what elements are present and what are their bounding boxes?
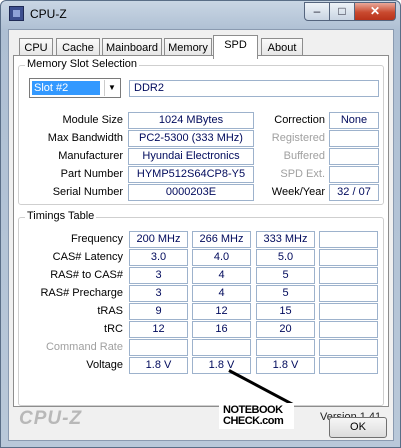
week-year-label: Week/Year bbox=[271, 186, 325, 198]
buffered-label: Buffered bbox=[283, 150, 325, 162]
cpuz-app-icon bbox=[9, 6, 24, 21]
timing-cell: 333 MHz bbox=[256, 231, 315, 248]
timing-cell: 9 bbox=[129, 303, 188, 320]
timing-cell bbox=[129, 339, 188, 356]
maximize-button[interactable]: □ bbox=[329, 2, 355, 21]
memory-type-field: DDR2 bbox=[129, 80, 379, 97]
timing-cell: 16 bbox=[192, 321, 251, 338]
registered-field bbox=[329, 130, 379, 147]
timing-row-label: tRC bbox=[104, 323, 123, 335]
timing-cell: 4 bbox=[192, 267, 251, 284]
timing-cell bbox=[319, 303, 378, 320]
timing-cell bbox=[319, 267, 378, 284]
timings-group-title: Timings Table bbox=[25, 210, 97, 222]
timing-cell bbox=[319, 231, 378, 248]
max-bandwidth-field: PC2-5300 (333 MHz) bbox=[128, 130, 254, 147]
timing-cell: 1.8 V bbox=[256, 357, 315, 374]
client-area: CPU Cache Mainboard Memory SPD About Mem… bbox=[8, 29, 394, 441]
timing-row-label: RAS# Precharge bbox=[40, 287, 123, 299]
timing-row-label: Command Rate bbox=[45, 341, 123, 353]
week-year-field: 32 / 07 bbox=[329, 184, 379, 201]
timing-cell: 200 MHz bbox=[129, 231, 188, 248]
timing-cell: 4.0 bbox=[192, 249, 251, 266]
timing-cell bbox=[319, 249, 378, 266]
chevron-down-icon[interactable]: ▼ bbox=[104, 80, 119, 96]
memory-slot-group: Memory Slot Selection Slot #2 ▼ DDR2 Mod… bbox=[18, 58, 384, 205]
ok-button[interactable]: OK bbox=[329, 417, 387, 438]
module-size-field: 1024 MBytes bbox=[128, 112, 254, 129]
timing-row-label: tRAS bbox=[97, 305, 123, 317]
timings-group: Timings Table Frequency 200 MHz 266 MHz 333… bbox=[18, 210, 384, 406]
part-number-label: Part Number bbox=[60, 168, 123, 180]
timing-cell: 12 bbox=[192, 303, 251, 320]
timing-cell: 20 bbox=[256, 321, 315, 338]
notebookcheck-watermark: NOTEBOOK CHECK.com bbox=[219, 403, 294, 429]
timing-row-label: RAS# to CAS# bbox=[50, 269, 123, 281]
timing-cell: 5 bbox=[256, 267, 315, 284]
timing-cell bbox=[319, 339, 378, 356]
slot-select[interactable]: Slot #2 ▼ bbox=[29, 78, 121, 98]
memory-slot-group-title: Memory Slot Selection bbox=[25, 58, 140, 70]
timing-row-label: Voltage bbox=[86, 359, 123, 371]
timing-row-label: Frequency bbox=[71, 233, 123, 245]
timing-cell: 3.0 bbox=[129, 249, 188, 266]
timing-cell bbox=[319, 321, 378, 338]
max-bandwidth-label: Max Bandwidth bbox=[47, 132, 123, 144]
timing-cell: 3 bbox=[129, 267, 188, 284]
slot-select-value: Slot #2 bbox=[32, 81, 100, 95]
close-button[interactable]: ✕ bbox=[354, 2, 396, 21]
spd-ext-field bbox=[329, 166, 379, 183]
cpuz-brand-logo: CPU-Z bbox=[19, 408, 83, 429]
timing-cell: 1.8 V bbox=[129, 357, 188, 374]
tab-spd[interactable]: SPD bbox=[213, 35, 258, 59]
timing-cell: 3 bbox=[129, 285, 188, 302]
window-title: CPU-Z bbox=[30, 7, 67, 21]
timing-cell bbox=[319, 357, 378, 374]
spd-tab-page: Memory Slot Selection Slot #2 ▼ DDR2 Mod… bbox=[13, 55, 389, 423]
part-number-field: HYMP512S64CP8-Y5 bbox=[128, 166, 254, 183]
timing-cell: 5.0 bbox=[256, 249, 315, 266]
correction-label: Correction bbox=[274, 114, 325, 126]
buffered-field bbox=[329, 148, 379, 165]
timing-cell: 266 MHz bbox=[192, 231, 251, 248]
spd-ext-label: SPD Ext. bbox=[280, 168, 325, 180]
timing-cell: 5 bbox=[256, 285, 315, 302]
watermark-line2: CHECK.com bbox=[223, 415, 284, 427]
timing-cell: 1.8 V bbox=[192, 357, 251, 374]
minimize-button[interactable]: – bbox=[304, 2, 330, 21]
timing-cell bbox=[256, 339, 315, 356]
timing-cell bbox=[319, 285, 378, 302]
timing-row-label: CAS# Latency bbox=[52, 251, 123, 263]
module-size-label: Module Size bbox=[62, 114, 123, 126]
title-bar[interactable]: CPU-Z – □ ✕ bbox=[1, 1, 400, 28]
timing-cell: 12 bbox=[129, 321, 188, 338]
timing-cell: 15 bbox=[256, 303, 315, 320]
manufacturer-label: Manufacturer bbox=[58, 150, 123, 162]
timing-cell bbox=[192, 339, 251, 356]
serial-number-field: 0000203E bbox=[128, 184, 254, 201]
correction-field: None bbox=[329, 112, 379, 129]
timing-cell: 4 bbox=[192, 285, 251, 302]
manufacturer-field: Hyundai Electronics bbox=[128, 148, 254, 165]
registered-label: Registered bbox=[271, 132, 325, 144]
cpuz-window: CPU-Z – □ ✕ CPU Cache Mainboard Memory S… bbox=[0, 0, 401, 448]
serial-number-label: Serial Number bbox=[52, 186, 123, 198]
